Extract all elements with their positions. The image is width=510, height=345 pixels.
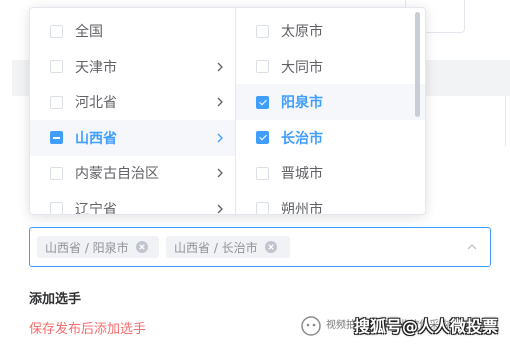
section-title: 添加选手 bbox=[29, 292, 82, 307]
city-option-label: 太原市 bbox=[281, 24, 323, 40]
city-column-scrollbar[interactable] bbox=[415, 12, 420, 117]
province-option[interactable]: 天津市 bbox=[30, 49, 235, 85]
province-option[interactable]: 辽宁省 bbox=[30, 191, 235, 215]
city-checkbox[interactable] bbox=[256, 202, 269, 214]
city-option[interactable]: 朔州市 bbox=[236, 191, 425, 215]
watermark: 视频拍摄·制作专业软件采购平台 搜狐号@人人微投票 bbox=[298, 310, 508, 340]
city-option[interactable]: 阳泉市 bbox=[236, 84, 425, 120]
province-option[interactable]: 内蒙古自治区 bbox=[30, 155, 235, 191]
city-column[interactable]: 太原市大同市阳泉市长治市晋城市朔州市 bbox=[236, 8, 425, 214]
background-divider bbox=[505, 96, 506, 146]
city-option-label: 大同市 bbox=[281, 59, 323, 76]
city-option[interactable]: 晋城市 bbox=[236, 155, 425, 191]
selected-tag: 山西省 / 长治市 bbox=[166, 236, 290, 258]
province-option[interactable]: 山西省 bbox=[30, 119, 235, 156]
selected-tag: 山西省 / 阳泉市 bbox=[37, 236, 159, 258]
chevron-right-icon bbox=[217, 62, 223, 71]
region-cascader-input[interactable]: 山西省 / 阳泉市 山西省 / 长治市 bbox=[29, 227, 491, 267]
city-option-label: 阳泉市 bbox=[281, 95, 323, 111]
province-column[interactable]: 全国天津市河北省山西省内蒙古自治区 辽宁省 bbox=[30, 8, 236, 214]
province-option-label: 河北省 bbox=[75, 95, 117, 111]
province-checkbox[interactable] bbox=[50, 60, 63, 73]
city-checkbox[interactable] bbox=[256, 131, 269, 144]
chevron-right-icon bbox=[217, 133, 223, 142]
watermark-text: 搜狐号@人人微投票 bbox=[354, 317, 499, 336]
save-hint-text: 保存发布后添加选手 bbox=[29, 322, 147, 337]
city-option-label: 晋城市 bbox=[281, 166, 323, 182]
cascader-dropdown-panel: 全国天津市河北省山西省内蒙古自治区 辽宁省 太原市大同市阳泉市长治市晋城市朔州市 bbox=[29, 7, 426, 215]
city-option[interactable]: 长治市 bbox=[236, 120, 425, 156]
tag-close-icon[interactable] bbox=[135, 240, 149, 254]
province-option-label: 内蒙古自治区 bbox=[75, 166, 159, 182]
province-option-label: 山西省 bbox=[75, 130, 117, 147]
chevron-up-icon[interactable] bbox=[466, 241, 478, 253]
city-option[interactable]: 大同市 bbox=[236, 49, 425, 85]
province-option-label: 天津市 bbox=[75, 59, 117, 76]
watermark-small-text: 视频拍摄·制作专业软件采购平台 bbox=[326, 320, 470, 331]
city-option-label: 长治市 bbox=[281, 130, 323, 147]
chevron-right-icon bbox=[217, 204, 223, 213]
city-option-label: 朔州市 bbox=[281, 201, 323, 215]
province-checkbox[interactable] bbox=[50, 202, 63, 214]
chevron-right-icon bbox=[217, 97, 223, 107]
selected-tag-label: 山西省 / 长治市 bbox=[174, 240, 258, 255]
tag-close-icon[interactable] bbox=[264, 240, 278, 254]
city-checkbox[interactable] bbox=[256, 60, 269, 73]
city-checkbox[interactable] bbox=[256, 95, 269, 109]
sohu-logo-icon bbox=[301, 316, 321, 336]
city-checkbox[interactable] bbox=[256, 166, 269, 180]
province-checkbox[interactable] bbox=[50, 95, 63, 109]
city-option[interactable]: 太原市 bbox=[236, 13, 425, 49]
province-option-label: 全国 bbox=[75, 24, 103, 40]
province-checkbox[interactable] bbox=[50, 24, 63, 38]
chevron-right-icon bbox=[217, 168, 223, 178]
province-checkbox[interactable] bbox=[50, 166, 63, 180]
province-option[interactable]: 全国 bbox=[30, 13, 235, 49]
province-option-label: 辽宁省 bbox=[75, 201, 117, 215]
province-checkbox[interactable] bbox=[50, 131, 63, 144]
selected-tag-label: 山西省 / 阳泉市 bbox=[45, 240, 129, 255]
province-option[interactable]: 河北省 bbox=[30, 84, 235, 120]
city-checkbox[interactable] bbox=[256, 24, 269, 38]
